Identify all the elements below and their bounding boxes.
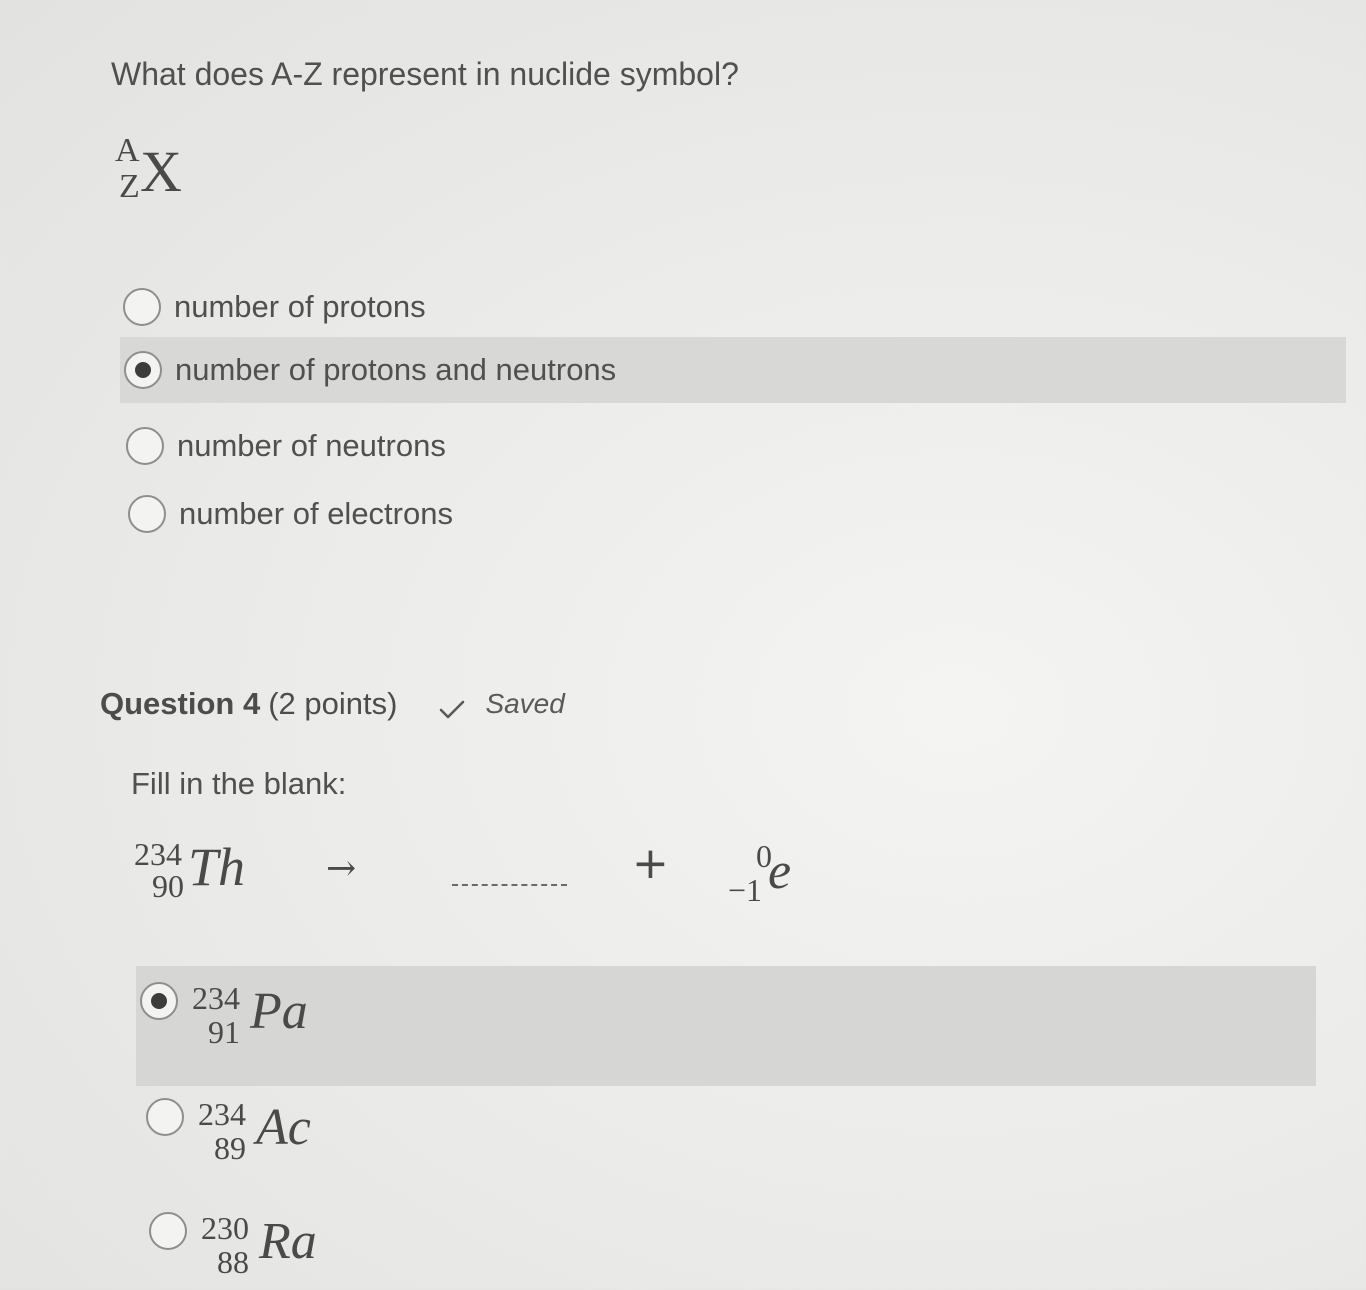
option-label: number of neutrons [177,428,446,463]
element-symbol: Ac [256,1099,311,1156]
answer-blank [452,884,567,886]
element-symbol: Pa [250,983,308,1040]
question-4-header: Question 4 (2 points) Saved [100,686,565,722]
element-symbol: X [140,139,182,204]
option-nuclide: 234 89 Ac [198,1096,398,1176]
mass-number: 230 [201,1210,249,1246]
mass-number: 234 [192,980,240,1016]
radio-button[interactable] [126,427,164,465]
mass-number: 234 [198,1096,246,1132]
atomic-number: 89 [214,1130,246,1166]
fill-in-blank-prompt: Fill in the blank: [131,766,347,801]
atomic-number: −1 [728,872,763,908]
atomic-number: 91 [208,1014,240,1050]
option-label: number of protons [174,289,426,324]
radio-button-selected[interactable] [124,351,162,389]
radio-button[interactable] [149,1212,187,1250]
atomic-number: 88 [217,1244,249,1280]
element-symbol: e [768,843,792,900]
question-3-text: What does A-Z represent in nuclide symbo… [111,56,739,92]
reactant-nuclide: 234 90 Th [130,832,290,912]
question-points: (2 points) [268,686,398,721]
check-icon [439,693,465,719]
option-label: number of protons and neutrons [175,352,617,387]
product-electron: 0 −1 e [722,838,812,918]
option-number-of-electrons[interactable]: number of electrons [120,481,720,547]
radio-button[interactable] [128,495,166,533]
saved-status: Saved [439,688,565,720]
option-nuclide: 234 91 Pa [192,980,392,1060]
atomic-number: Z [119,168,140,205]
option-number-of-protons-and-neutrons[interactable]: number of protons and neutrons [120,337,1346,403]
plus-sign: + [632,838,669,889]
element-symbol: Ra [259,1213,317,1270]
nuclide-symbol: A Z X [110,128,230,218]
reaction-arrow: → [326,848,357,889]
radio-button[interactable] [123,288,161,326]
option-ra-230[interactable]: 230 88 Ra [149,1210,549,1288]
option-ac-234[interactable]: 234 89 Ac [146,1096,546,1186]
option-number-of-protons[interactable]: number of protons [120,274,720,340]
option-label: number of electrons [179,496,453,531]
option-nuclide: 230 88 Ra [201,1210,401,1290]
atomic-number: 90 [152,868,184,904]
element-symbol: Th [188,837,246,897]
radio-button[interactable] [146,1098,184,1136]
mass-number: A [115,132,140,169]
option-pa-234[interactable]: 234 91 Pa [136,966,1316,1086]
option-number-of-neutrons[interactable]: number of neutrons [120,413,720,479]
saved-label: Saved [485,688,565,719]
question-title: Question 4 [100,686,261,721]
radio-button-selected[interactable] [140,982,178,1020]
